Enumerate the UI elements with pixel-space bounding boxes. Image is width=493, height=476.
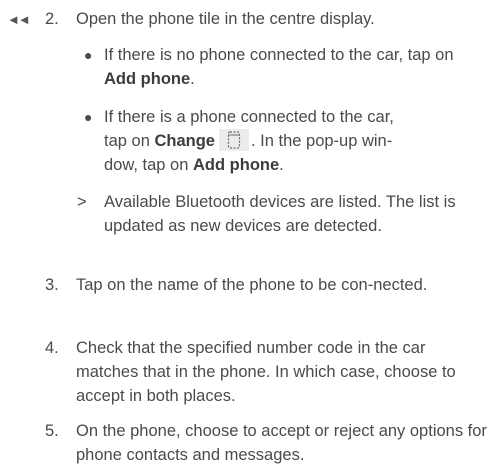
step-text: On the phone, choose to accept or reject… [76, 422, 487, 464]
bullet-text-mid: . In the pop-up win- [250, 132, 393, 150]
instruction-page: ◄◄ 2. Open the phone tile in the centre … [0, 0, 493, 476]
bullet-text-suffix: . [190, 70, 195, 88]
bullet-icon: ● [84, 47, 93, 63]
bullet-text: If there is no phone connected to the ca… [104, 43, 490, 91]
bullet-text-suffix: . [279, 156, 284, 174]
step-number: 3. [45, 276, 59, 294]
step-text: Open the phone tile in the centre displa… [76, 10, 375, 28]
add-phone-label: Add phone [104, 70, 191, 88]
result-text: Available Bluetooth devices are listed. … [104, 193, 456, 235]
step-number: 5. [45, 422, 59, 440]
step-number: 4. [45, 339, 59, 357]
change-label: Change [154, 132, 215, 150]
bullet-icon: ● [84, 109, 93, 125]
step-text: Tap on the name of the phone to be con-n… [76, 276, 428, 294]
bullet-text-prefix: tap on [104, 132, 155, 150]
step-text: Check that the specified number code in … [76, 339, 456, 405]
change-phone-icon [218, 129, 249, 151]
bullet-text-line1: If there is a phone connected to the car… [104, 108, 394, 126]
step-number: 2. [45, 10, 59, 28]
bullet-text: If there is a phone connected to the car… [104, 105, 490, 177]
bullet-text-prefix: If there is no phone connected to the ca… [104, 46, 454, 64]
add-phone-label: Add phone [193, 156, 280, 174]
result-arrow-icon: > [77, 193, 87, 211]
bullet-text-line3-prefix: dow, tap on [104, 156, 193, 174]
continued-marker-icon: ◄◄ [7, 12, 31, 27]
